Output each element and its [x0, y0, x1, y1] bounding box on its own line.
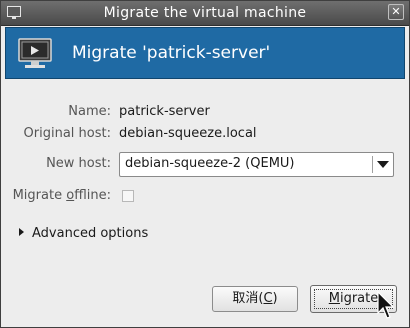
name-label: Name: [68, 104, 111, 119]
advanced-options-label: Advanced options [32, 226, 149, 241]
migrate-label-rest: igrate [339, 291, 379, 306]
new-host-select[interactable]: debian-squeeze-2 (QEMU) [119, 152, 394, 177]
new-host-label: New host: [46, 156, 111, 171]
chevron-down-icon[interactable] [377, 161, 389, 168]
title-bar[interactable]: Migrate the virtual machine ✕ [1, 1, 409, 26]
header-banner: Migrate 'patrick-server' [5, 27, 405, 79]
cancel-suffix: ) [272, 291, 278, 306]
mouse-pointer-icon [377, 291, 395, 319]
original-host-value: debian-squeeze.local [119, 126, 257, 141]
offline-label-suffix: ffline: [74, 188, 111, 203]
new-host-selected-value: debian-squeeze-2 (QEMU) [125, 156, 295, 171]
migrate-mnemonic: M [328, 291, 340, 306]
original-host-row: Original host: debian-squeeze.local [5, 123, 405, 145]
migrate-dialog: Migrate the virtual machine ✕ Migrate 'p… [0, 0, 410, 328]
name-value: patrick-server [119, 104, 210, 119]
advanced-options-expander[interactable]: Advanced options [19, 223, 148, 245]
migrate-offline-checkbox[interactable] [122, 190, 134, 202]
cancel-prefix: 取消( [232, 291, 264, 306]
offline-row: Migrate offline: [5, 185, 405, 207]
migrate-offline-label: Migrate offline: [13, 185, 111, 207]
close-button[interactable]: ✕ [388, 4, 404, 20]
cancel-button[interactable]: 取消(C) [212, 286, 298, 312]
window-title: Migrate the virtual machine [103, 5, 307, 21]
cancel-mnemonic: C [263, 291, 273, 306]
original-host-label: Original host: [23, 126, 111, 141]
banner-title: Migrate 'patrick-server' [72, 43, 271, 63]
name-row: Name: patrick-server [5, 101, 405, 123]
dialog-content: Name: patrick-server Original host: debi… [5, 89, 405, 321]
combo-separator [372, 156, 373, 173]
expander-arrow-icon [19, 228, 24, 236]
monitor-icon [18, 38, 52, 68]
offline-label-prefix: Migrate [12, 188, 67, 203]
offline-label-mnemonic: o [66, 188, 75, 203]
